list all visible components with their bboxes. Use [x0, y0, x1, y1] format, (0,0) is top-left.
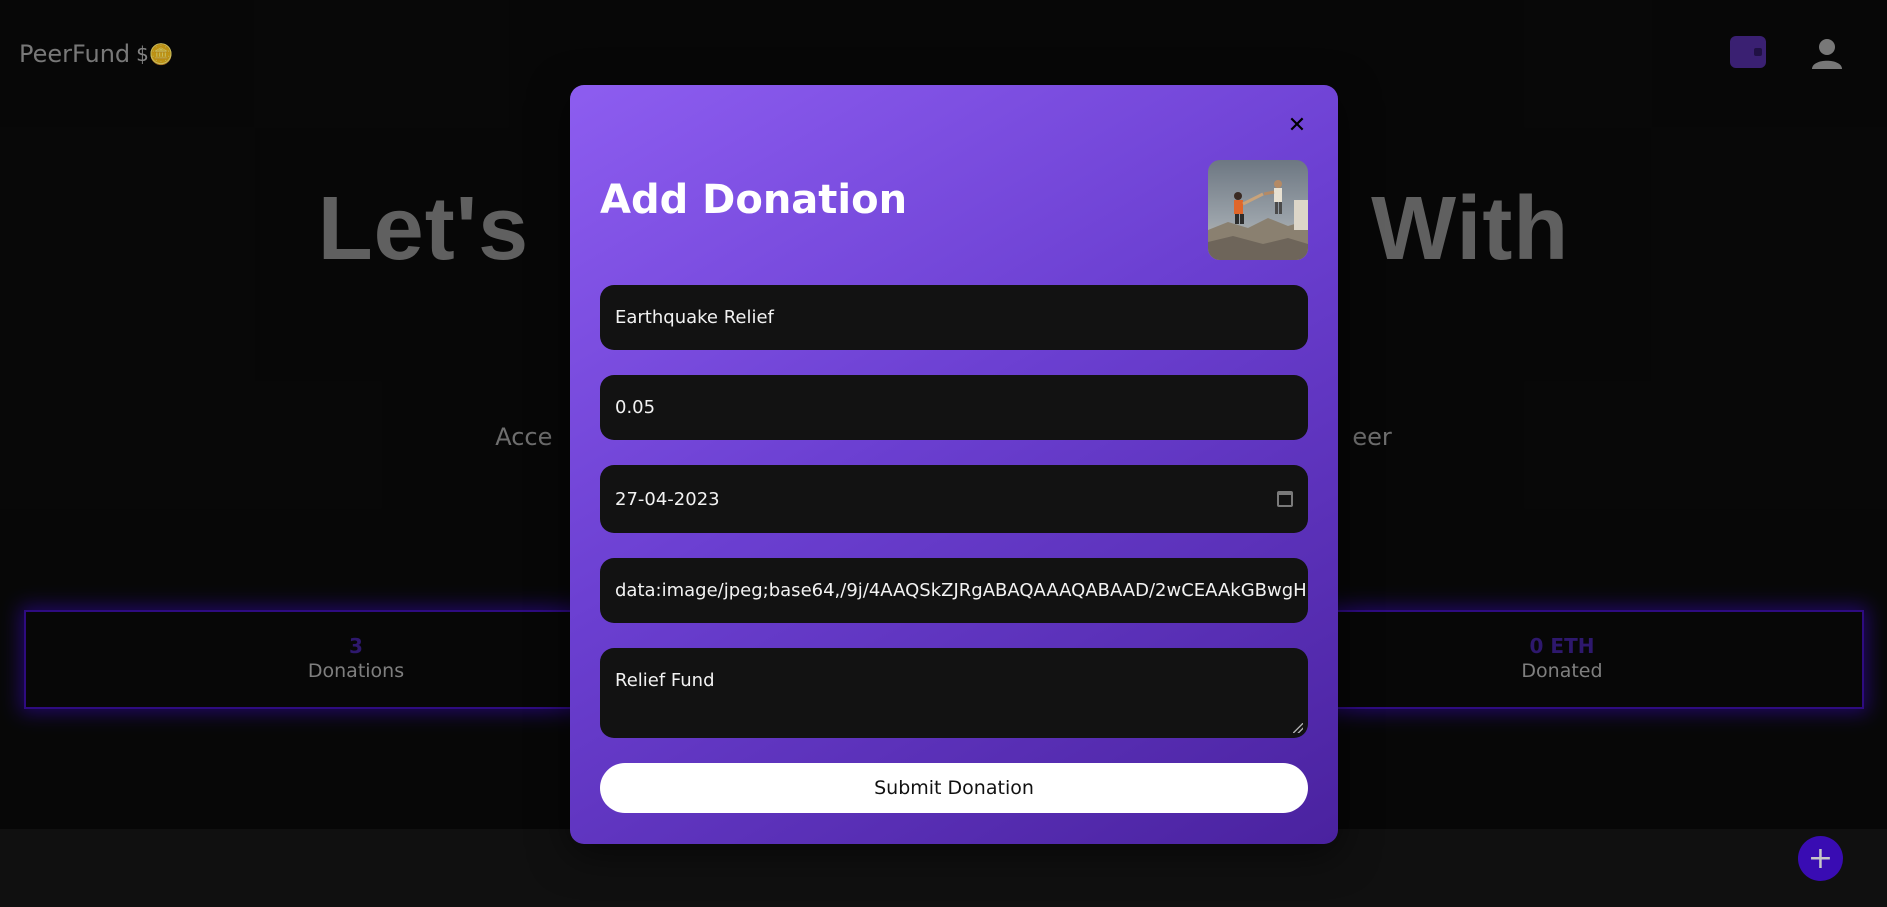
add-donation-modal: ✕ Add Donation Earthquake Relief 0.05 27… — [570, 85, 1338, 844]
close-icon[interactable]: ✕ — [1286, 115, 1308, 137]
calendar-icon[interactable] — [1277, 491, 1293, 507]
date-value: 27-04-2023 — [615, 488, 720, 510]
campaign-name-input[interactable]: Earthquake Relief — [600, 285, 1308, 350]
image-url-value: data:image/jpeg;base64,/9j/4AAQSkZJRgABA… — [615, 580, 1308, 601]
campaign-name-value: Earthquake Relief — [615, 307, 774, 328]
date-input[interactable]: 27-04-2023 — [600, 465, 1308, 533]
description-textarea[interactable]: Relief Fund — [600, 648, 1308, 738]
resize-handle-icon[interactable] — [1293, 723, 1303, 733]
modal-title: Add Donation — [600, 177, 908, 223]
submit-donation-button[interactable]: Submit Donation — [600, 763, 1308, 813]
amount-value: 0.05 — [615, 397, 656, 418]
image-url-input[interactable]: data:image/jpeg;base64,/9j/4AAQSkZJRgABA… — [600, 558, 1308, 623]
description-value: Relief Fund — [615, 670, 715, 691]
donation-image-preview — [1208, 160, 1308, 260]
amount-input[interactable]: 0.05 — [600, 375, 1308, 440]
